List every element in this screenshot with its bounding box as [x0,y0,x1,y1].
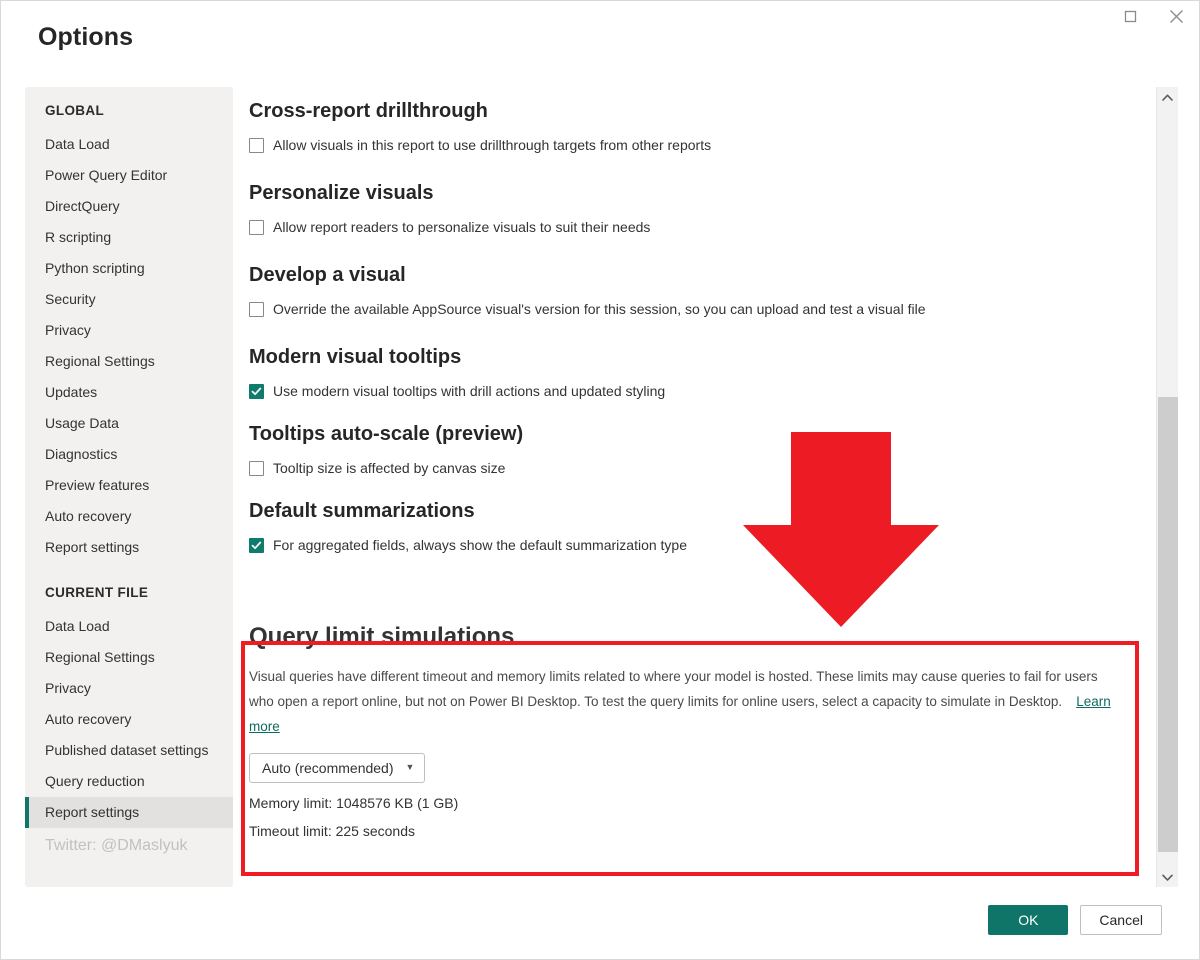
section-cross-report-drillthrough: Cross-report drillthrough Allow visuals … [249,101,1155,153]
query-limit-description: Visual queries have different timeout an… [249,664,1113,739]
section-tooltips-auto-scale: Tooltips auto-scale (preview) Tooltip si… [249,424,1155,476]
sidebar-watermark: Twitter: @DMaslyuk [45,837,188,854]
sidebar-group-current-file-title: CURRENT FILE [45,585,149,600]
checkbox-label: For aggregated fields, always show the d… [273,537,687,553]
sidebar-item-global-privacy[interactable]: Privacy [25,315,233,346]
query-limit-description-text: Visual queries have different timeout an… [249,668,1098,709]
dialog-footer: OK Cancel [988,905,1162,935]
checkbox-label: Use modern visual tooltips with drill ac… [273,383,666,399]
sidebar-group-global-title: GLOBAL [45,103,105,118]
sidebar-item-current-auto-recovery[interactable]: Auto recovery [25,704,233,735]
sidebar-item-global-preview-features[interactable]: Preview features [25,470,233,501]
options-dialog: Options GLOBAL Data Load Power Query Edi… [0,0,1200,960]
checkbox-default-summarizations[interactable] [249,538,264,553]
sidebar-item-global-auto-recovery[interactable]: Auto recovery [25,501,233,532]
sidebar-item-current-data-load[interactable]: Data Load [25,611,233,642]
section-modern-visual-tooltips: Modern visual tooltips Use modern visual… [249,347,1155,399]
checkbox-row-cross-report-drillthrough[interactable]: Allow visuals in this report to use dril… [249,137,1155,153]
checkbox-row-modern-visual-tooltips[interactable]: Use modern visual tooltips with drill ac… [249,383,1155,399]
checkbox-label: Override the available AppSource visual'… [273,301,926,317]
sidebar-item-global-security[interactable]: Security [25,284,233,315]
sidebar-item-global-r-scripting[interactable]: R scripting [25,222,233,253]
sidebar-item-current-query-reduction[interactable]: Query reduction [25,766,233,797]
checkbox-personalize-visuals[interactable] [249,220,264,235]
section-heading: Develop a visual [249,264,406,286]
memory-limit-text: Memory limit: 1048576 KB (1 GB) [249,794,459,811]
scroll-down-icon[interactable] [1157,867,1178,887]
section-heading: Tooltips auto-scale (preview) [249,423,524,445]
sidebar-item-global-directquery[interactable]: DirectQuery [25,191,233,222]
checkbox-develop-a-visual[interactable] [249,302,264,317]
options-sidebar: GLOBAL Data Load Power Query Editor Dire… [25,87,233,887]
sidebar-item-global-power-query-editor[interactable]: Power Query Editor [25,160,233,191]
timeout-limit-text: Timeout limit: 225 seconds [249,822,415,839]
section-heading: Personalize visuals [249,182,434,204]
content-scrollbar[interactable] [1156,87,1178,887]
sidebar-item-global-regional-settings[interactable]: Regional Settings [25,346,233,377]
checkbox-row-develop-a-visual[interactable]: Override the available AppSource visual'… [249,301,1155,317]
annotation-arrow-icon [743,432,939,627]
sidebar-item-current-published-dataset-settings[interactable]: Published dataset settings [25,735,233,766]
section-develop-a-visual: Develop a visual Override the available … [249,265,1155,317]
options-content: Cross-report drillthrough Allow visuals … [249,87,1155,887]
capacity-select[interactable]: Auto (recommended) ▼ [249,752,426,783]
sidebar-item-current-privacy[interactable]: Privacy [25,673,233,704]
window-controls [1107,1,1199,31]
section-query-limit-simulations: Query limit simulations Visual queries h… [249,581,1155,839]
checkbox-row-personalize-visuals[interactable]: Allow report readers to personalize visu… [249,219,1155,235]
checkbox-label: Allow visuals in this report to use dril… [273,137,712,153]
checkbox-tooltips-auto-scale[interactable] [249,461,264,476]
sidebar-item-global-updates[interactable]: Updates [25,377,233,408]
close-icon[interactable] [1153,1,1199,31]
sidebar-item-global-diagnostics[interactable]: Diagnostics [25,439,233,470]
sidebar-item-global-data-load[interactable]: Data Load [25,129,233,160]
content-clipped-top [249,87,1155,101]
checkbox-cross-report-drillthrough[interactable] [249,138,264,153]
checkbox-modern-visual-tooltips[interactable] [249,384,264,399]
checkbox-row-default-summarizations[interactable]: For aggregated fields, always show the d… [249,537,1155,553]
sidebar-item-global-usage-data[interactable]: Usage Data [25,408,233,439]
section-personalize-visuals: Personalize visuals Allow report readers… [249,183,1155,235]
checkbox-label: Tooltip size is affected by canvas size [273,460,506,476]
title-bar [1,1,1199,31]
scroll-up-icon[interactable] [1157,87,1178,107]
sidebar-item-current-report-settings[interactable]: Report settings [25,797,233,828]
section-heading: Cross-report drillthrough [249,100,488,122]
checkbox-label: Allow report readers to personalize visu… [273,219,651,235]
section-heading: Query limit simulations [249,622,515,650]
page-title: Options [38,23,134,51]
cancel-button[interactable]: Cancel [1080,905,1162,935]
sidebar-item-global-report-settings[interactable]: Report settings [25,532,233,563]
section-default-summarizations: Default summarizations For aggregated fi… [249,501,1155,553]
maximize-icon[interactable] [1107,1,1153,31]
section-heading: Modern visual tooltips [249,346,462,368]
section-heading: Default summarizations [249,500,475,522]
chevron-down-icon: ▼ [405,762,415,773]
capacity-select-value: Auto (recommended) [262,759,394,776]
sidebar-item-current-regional-settings[interactable]: Regional Settings [25,642,233,673]
sidebar-item-global-python-scripting[interactable]: Python scripting [25,253,233,284]
scrollbar-thumb[interactable] [1158,397,1178,852]
ok-button[interactable]: OK [988,905,1069,935]
checkbox-row-tooltips-auto-scale[interactable]: Tooltip size is affected by canvas size [249,460,1155,476]
